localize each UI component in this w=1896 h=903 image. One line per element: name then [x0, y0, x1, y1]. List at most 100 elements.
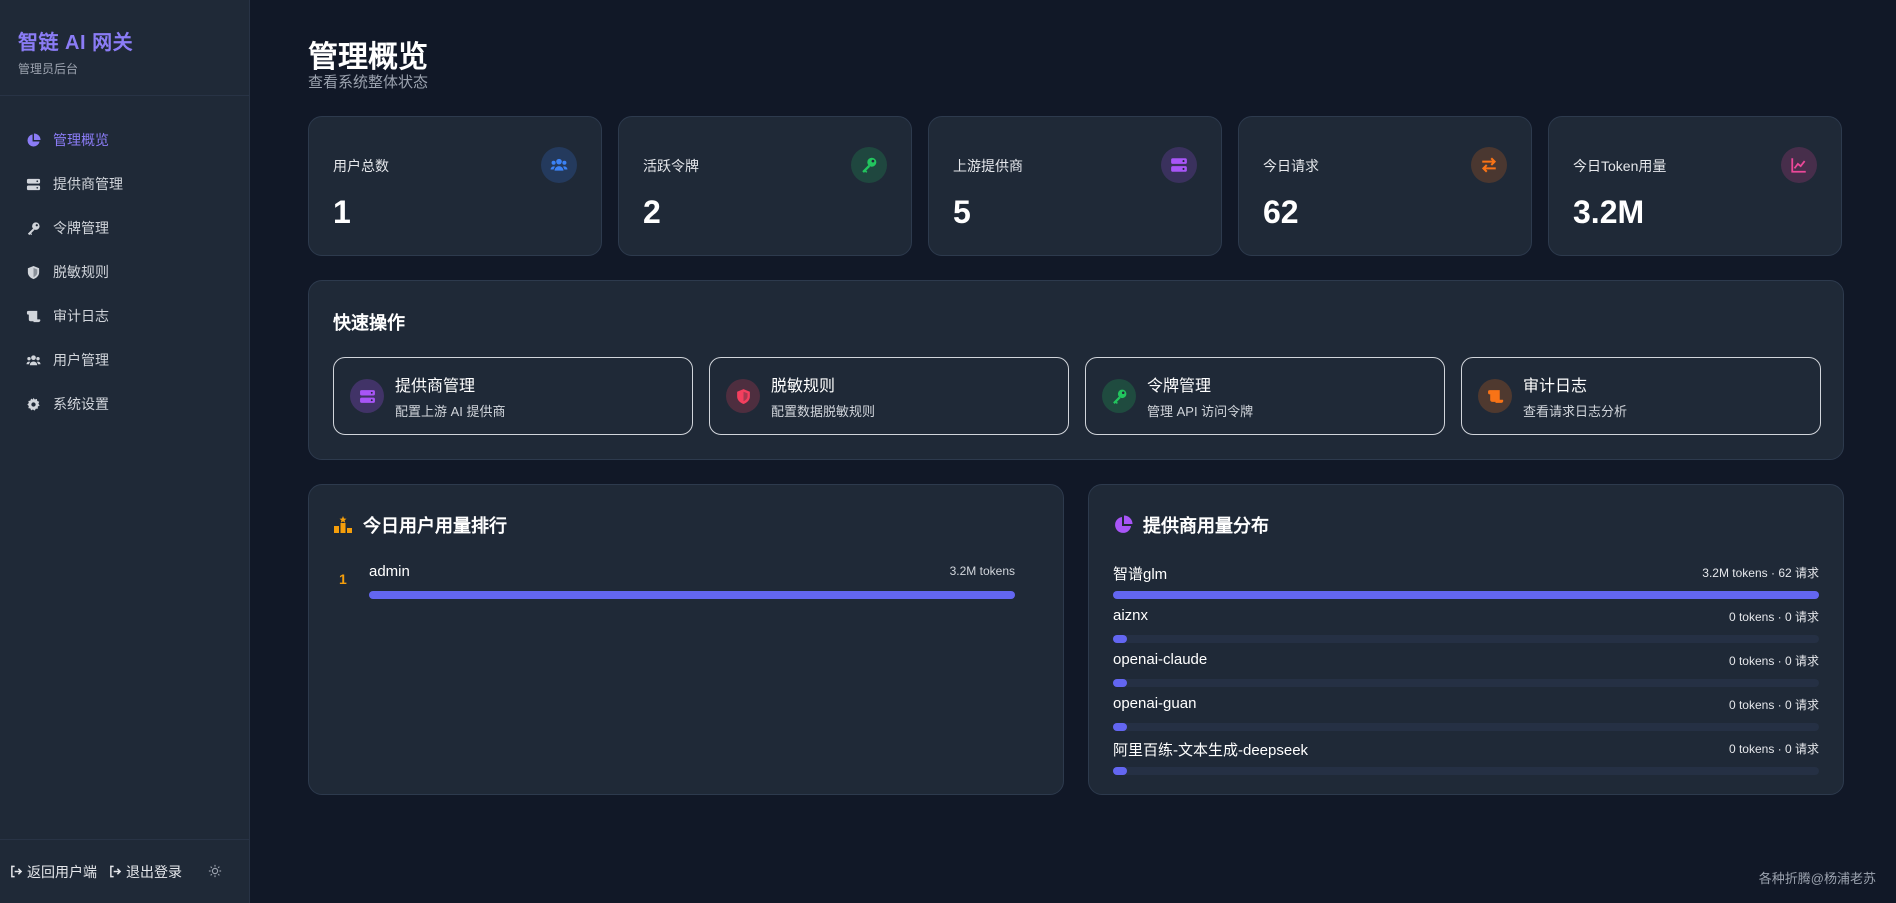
scroll-icon: [1478, 379, 1512, 413]
ranking-header: 今日用户用量排行: [333, 512, 507, 538]
back-to-user-button[interactable]: 返回用户端: [10, 862, 97, 882]
logout-button[interactable]: 退出登录: [109, 862, 182, 882]
stat-value: 2: [643, 194, 661, 230]
provider-distribution-panel: 提供商用量分布 智谱glm 3.2M tokens · 62 请求 aiznx …: [1088, 484, 1844, 795]
distribution-header: 提供商用量分布: [1113, 512, 1269, 538]
sidebar-item-tokens[interactable]: 令牌管理: [0, 206, 249, 250]
rank-number: 1: [339, 571, 347, 587]
logout-icon: [110, 865, 122, 878]
provider-usage-value: 0 tokens · 0 请求: [1728, 654, 1819, 668]
provider-row: 阿里百练-文本生成-deepseek 0 tokens · 0 请求: [1113, 739, 1819, 779]
quick-action-desc: 管理 API 访问令牌: [1147, 404, 1254, 419]
provider-usage-bar: [1113, 591, 1819, 599]
sidebar-item-label: 审计日志: [53, 308, 109, 324]
provider-usage-bar-fill: [1113, 723, 1128, 731]
sidebar-item-rules[interactable]: 脱敏规则: [0, 250, 249, 294]
sidebar: 智链 AI 网关 管理员后台 管理概览 提供商管理 令牌管理 脱敏规则 审计日志…: [0, 0, 250, 903]
stat-card-providers: 上游提供商 5: [928, 116, 1222, 256]
provider-usage-bar-fill: [1113, 635, 1128, 643]
pie-chart-icon: [1115, 515, 1133, 533]
sidebar-nav: 管理概览 提供商管理 令牌管理 脱敏规则 审计日志 用户管理 系统设置: [0, 96, 249, 426]
logout-label: 退出登录: [126, 863, 182, 880]
distribution-title: 提供商用量分布: [1143, 516, 1269, 536]
watermark: 各种折腾@杨浦老苏: [1758, 871, 1876, 886]
quick-action-title: 令牌管理: [1147, 378, 1212, 395]
sidebar-item-overview[interactable]: 管理概览: [0, 118, 249, 162]
stat-card-users: 用户总数 1: [308, 116, 602, 256]
page-subtitle: 查看系统整体状态: [308, 74, 429, 91]
stat-card-token-usage: 今日Token用量 3.2M: [1548, 116, 1842, 256]
provider-usage-bar-fill: [1113, 591, 1819, 599]
stat-label: 今日请求: [1263, 158, 1319, 174]
sidebar-item-users[interactable]: 用户管理: [0, 338, 249, 382]
quick-action-rules[interactable]: 脱敏规则 配置数据脱敏规则: [709, 357, 1069, 435]
provider-usage-value: 0 tokens · 0 请求: [1728, 610, 1819, 624]
provider-row: aiznx 0 tokens · 0 请求: [1113, 607, 1819, 647]
shield-icon: [726, 379, 760, 413]
stat-value: 62: [1263, 194, 1299, 230]
page-title: 管理概览: [308, 41, 428, 74]
provider-usage-bar: [1113, 767, 1819, 775]
provider-usage-value: 0 tokens · 0 请求: [1728, 742, 1819, 756]
sign-out-icon: [11, 865, 23, 878]
user-ranking-panel: 今日用户用量排行 1 admin 3.2M tokens: [308, 484, 1064, 795]
stat-card-requests: 今日请求 62: [1238, 116, 1532, 256]
quick-action-desc: 配置数据脱敏规则: [771, 404, 876, 419]
stat-label: 今日Token用量: [1573, 158, 1667, 174]
sidebar-item-audit[interactable]: 审计日志: [0, 294, 249, 338]
quick-action-title: 审计日志: [1523, 378, 1588, 395]
quick-action-title: 提供商管理: [395, 378, 476, 395]
sun-icon[interactable]: [208, 864, 224, 880]
stat-value: 1: [333, 194, 351, 230]
provider-usage-bar: [1113, 723, 1819, 731]
server-icon: [24, 175, 42, 193]
pie-chart-icon: [24, 131, 42, 149]
scroll-icon: [24, 307, 42, 325]
sidebar-footer: 返回用户端 退出登录: [0, 839, 249, 903]
sidebar-item-label: 用户管理: [53, 352, 109, 368]
quick-action-title: 脱敏规则: [771, 378, 836, 395]
brand: 智链 AI 网关 管理员后台: [0, 0, 249, 96]
rank-usage-bar-fill: [369, 591, 1015, 599]
ranking-title: 今日用户用量排行: [363, 516, 507, 536]
key-icon: [851, 147, 887, 183]
ranking-row: 1 admin 3.2M tokens: [333, 563, 1039, 603]
back-to-user-label: 返回用户端: [27, 863, 97, 880]
sidebar-item-label: 脱敏规则: [53, 264, 109, 280]
provider-usage-bar-fill: [1113, 679, 1128, 687]
sidebar-item-label: 提供商管理: [53, 176, 123, 192]
stat-label: 活跃令牌: [643, 158, 699, 174]
sidebar-item-label: 管理概览: [53, 132, 109, 148]
rank-usage-value: 3.2M tokens: [949, 564, 1015, 578]
podium-icon: [334, 516, 352, 533]
quick-actions-title: 快速操作: [333, 313, 405, 333]
users-icon: [24, 351, 42, 369]
quick-action-audit[interactable]: 审计日志 查看请求日志分析: [1461, 357, 1821, 435]
exchange-icon: [1471, 147, 1507, 183]
server-icon: [1161, 147, 1197, 183]
quick-action-desc: 查看请求日志分析: [1523, 404, 1628, 419]
server-icon: [350, 379, 384, 413]
provider-usage-value: 3.2M tokens · 62 请求: [1702, 566, 1819, 580]
quick-action-providers[interactable]: 提供商管理 配置上游 AI 提供商: [333, 357, 693, 435]
brand-subtitle: 管理员后台: [18, 62, 79, 76]
provider-usage-bar: [1113, 635, 1819, 643]
quick-action-desc: 配置上游 AI 提供商: [395, 404, 506, 419]
sidebar-item-label: 系统设置: [53, 396, 109, 412]
sidebar-item-providers[interactable]: 提供商管理: [0, 162, 249, 206]
provider-usage-bar-fill: [1113, 767, 1128, 775]
brand-title: 智链 AI 网关: [18, 32, 134, 54]
users-icon: [541, 147, 577, 183]
provider-name: 智谱glm: [1113, 566, 1168, 583]
stat-label: 用户总数: [333, 158, 389, 174]
provider-usage-bar: [1113, 679, 1819, 687]
stat-label: 上游提供商: [953, 158, 1023, 174]
key-icon: [24, 219, 42, 237]
provider-name: 阿里百练-文本生成-deepseek: [1113, 742, 1309, 759]
sidebar-item-settings[interactable]: 系统设置: [0, 382, 249, 426]
sidebar-item-label: 令牌管理: [53, 220, 109, 236]
key-icon: [1102, 379, 1136, 413]
quick-action-tokens[interactable]: 令牌管理 管理 API 访问令牌: [1085, 357, 1445, 435]
provider-name: openai-guan: [1113, 695, 1197, 712]
provider-name: openai-claude: [1113, 651, 1208, 668]
